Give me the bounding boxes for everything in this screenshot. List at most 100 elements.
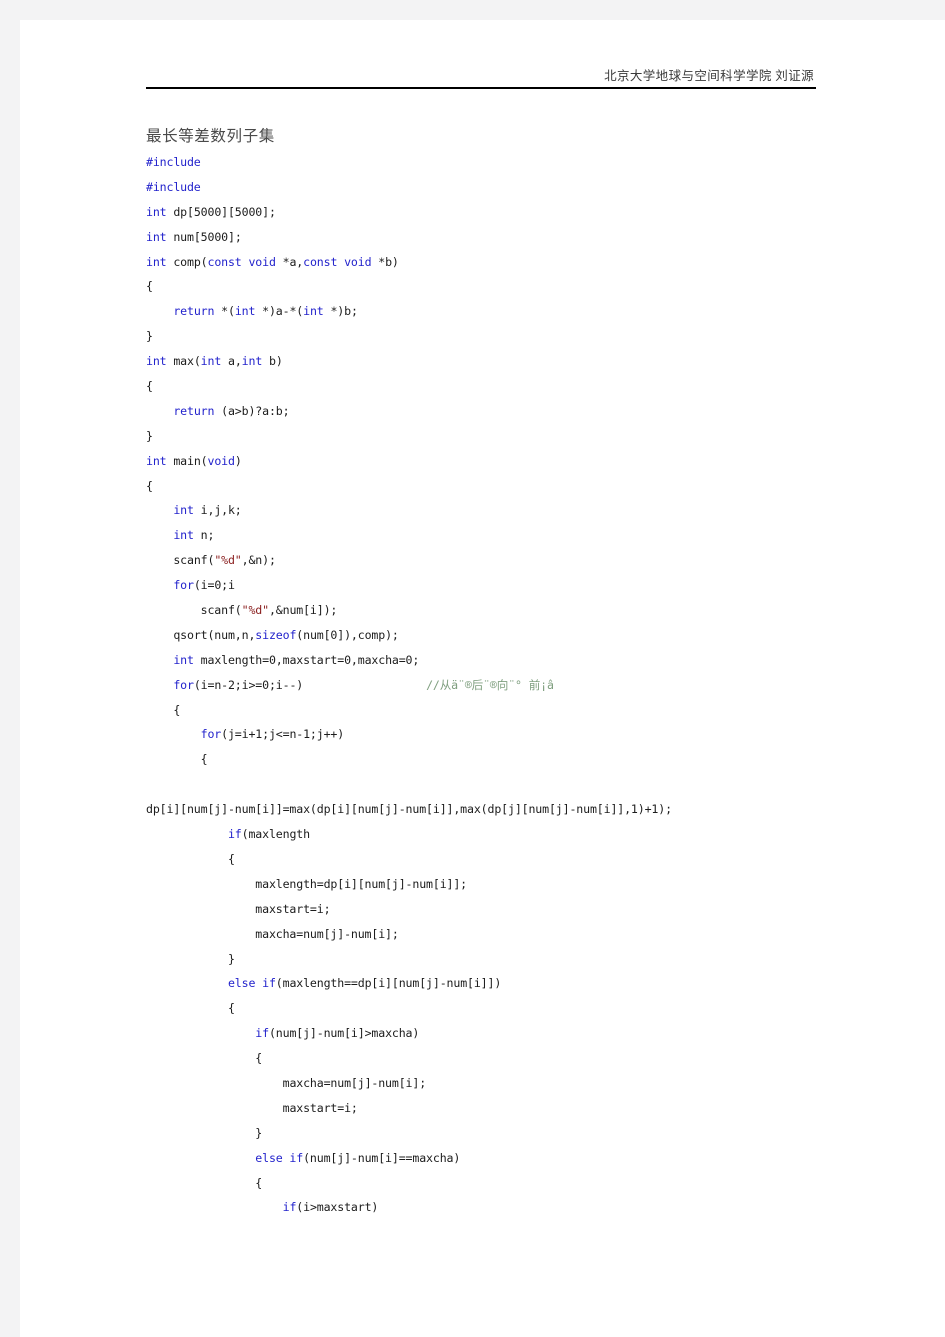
code-line: int max(int a,int b) bbox=[146, 349, 846, 374]
code-token-kw: const void bbox=[207, 254, 276, 269]
code-line: #include bbox=[146, 175, 846, 200]
code-listing: #include #include int dp[5000][5000]; int n… bbox=[146, 150, 846, 1220]
code-token-pl: a, bbox=[221, 354, 242, 369]
code-line: return (a>b)?a:b; bbox=[146, 399, 846, 424]
code-token-br: [5000] bbox=[193, 229, 235, 244]
code-token-pl: maxstart=i; bbox=[255, 901, 331, 916]
code-line: int i,j,k; bbox=[146, 498, 846, 523]
code-line: maxstart=i; bbox=[146, 1096, 846, 1121]
code-token-br: [5000][5000] bbox=[187, 204, 269, 219]
code-token-pl: ; bbox=[268, 204, 276, 219]
code-token-pl: b) bbox=[262, 354, 283, 369]
code-token-pl: (maxlength==dp[i][num[j]-num[i]]) bbox=[275, 976, 502, 991]
code-token-pl: (j=i+1;j<=n-1;j++) bbox=[221, 727, 345, 742]
code-token-pl: qsort(num,n, bbox=[173, 627, 256, 642]
code-line: } bbox=[146, 1121, 846, 1146]
code-line: int main(void) bbox=[146, 449, 846, 474]
code-token-pl: ,&num[i]); bbox=[268, 603, 338, 618]
code-line: scanf("%d",&num[i]); bbox=[146, 598, 846, 623]
code-token-kw: int bbox=[173, 652, 194, 667]
code-token-pl: maxcha=num[j]-num[i]; bbox=[255, 926, 399, 941]
code-token-kw: else if bbox=[255, 1150, 304, 1165]
code-token-kw: int bbox=[303, 304, 324, 319]
code-token-pl: dp[i][num[j]-num[i]]=max(dp[i][num[j]-nu… bbox=[146, 802, 672, 817]
code-line: } bbox=[146, 947, 846, 972]
code-line: { bbox=[146, 474, 846, 499]
code-line: { bbox=[146, 847, 846, 872]
code-token-kw: int bbox=[146, 229, 167, 244]
code-line: { bbox=[146, 747, 846, 772]
code-line: if(i>maxstart) bbox=[146, 1195, 846, 1220]
code-token-kw: int bbox=[173, 528, 194, 543]
code-token-pl: maxlength=dp[i][num[j]-num[i]]; bbox=[255, 876, 468, 891]
code-token-pl: maxcha=num[j]-num[i]; bbox=[282, 1075, 427, 1090]
code-line: for(i=n-2;i>=0;i--) //从ä¨®后¨®向¨° 前¡â bbox=[146, 673, 846, 698]
code-token-kw: else if bbox=[227, 976, 276, 991]
code-token-pl: maxstart=i; bbox=[282, 1100, 358, 1115]
code-token-kw: int bbox=[200, 354, 222, 369]
code-token-pl: (i>maxstart) bbox=[296, 1200, 379, 1215]
code-token-pl: (num[j]-num[i]==maxcha) bbox=[303, 1150, 461, 1165]
code-token-pl: (maxlength bbox=[241, 827, 310, 842]
code-token-kw: int bbox=[241, 354, 263, 369]
code-line: } bbox=[146, 324, 846, 349]
code-token-pl: (i=0;i bbox=[193, 578, 235, 593]
code-token-pl: max( bbox=[166, 354, 201, 369]
code-token-pl: dp bbox=[166, 204, 187, 219]
document-body: 最长等差数列子集 #include #include int dp[5000][50… bbox=[146, 124, 846, 1220]
code-token-pl: { bbox=[146, 379, 153, 394]
code-token-kw: if bbox=[282, 1200, 297, 1215]
code-token-pl: } bbox=[146, 428, 153, 443]
code-line: #include bbox=[146, 150, 846, 175]
page-header: 北京大学地球与空间科学学院 刘证源 bbox=[146, 68, 816, 89]
code-line: else if(maxlength==dp[i][num[j]-num[i]]) bbox=[146, 971, 846, 996]
code-token-pl: i,j,k; bbox=[193, 503, 242, 518]
code-line: for(i=0;i bbox=[146, 573, 846, 598]
header-divider-rule bbox=[146, 87, 816, 89]
code-token-pl: } bbox=[227, 951, 235, 966]
code-token-kw: for bbox=[200, 727, 222, 742]
code-token-com: //从ä¨®后¨®向¨° 前¡â bbox=[426, 677, 554, 692]
code-token-pl: *a, bbox=[275, 254, 304, 269]
code-token-pl: (num[j]-num[i]>maxcha) bbox=[268, 1026, 420, 1041]
code-token-pl: *)a-*( bbox=[255, 304, 304, 319]
code-token-pl: ,&n); bbox=[241, 553, 276, 568]
code-token-kw: return bbox=[173, 304, 215, 319]
code-line: maxcha=num[j]-num[i]; bbox=[146, 1071, 846, 1096]
code-token-pl: { bbox=[227, 1001, 235, 1016]
code-line: { bbox=[146, 996, 846, 1021]
header-institution-text: 北京大学地球与空间科学学院 刘证源 bbox=[604, 69, 814, 83]
code-line: int dp[5000][5000]; bbox=[146, 200, 846, 225]
code-token-pl: ; bbox=[234, 229, 242, 244]
code-line: { bbox=[146, 698, 846, 723]
code-token-pl: num bbox=[166, 229, 194, 244]
code-token-pp: #include bbox=[146, 155, 201, 169]
code-token-pl: } bbox=[255, 1125, 263, 1140]
code-token-pl: (a>b)?a:b; bbox=[214, 403, 290, 418]
code-token-pl: { bbox=[200, 752, 208, 767]
code-token-pl: n; bbox=[193, 528, 215, 543]
code-line: { bbox=[146, 374, 846, 399]
code-line: int maxlength=0,maxstart=0,maxcha=0; bbox=[146, 648, 846, 673]
code-token-kw: sizeof bbox=[255, 627, 297, 642]
code-token-pl: ) bbox=[234, 453, 242, 468]
